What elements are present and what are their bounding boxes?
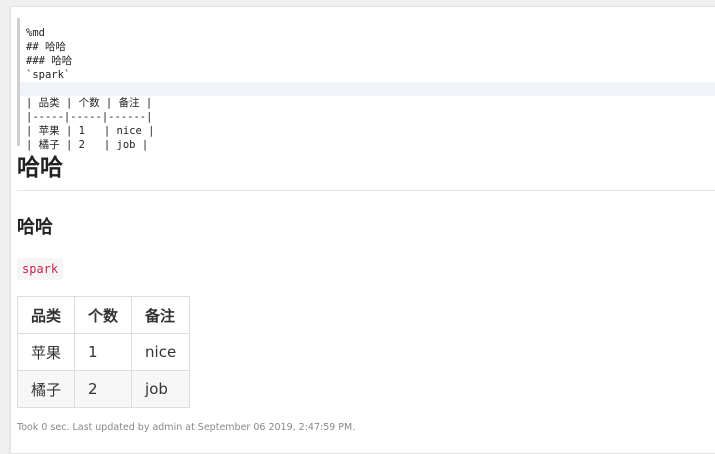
editor-line: ### 哈哈 (26, 55, 73, 67)
table-cell: 1 (74, 333, 133, 371)
table-header-cell: 备注 (131, 296, 191, 334)
table-cell: 橘子 (16, 370, 76, 408)
editor-line: | 苹果 | 1 | nice | (26, 125, 155, 137)
editor-line: |-----|-----|------| (26, 111, 153, 123)
editor-line: `spark` (26, 69, 71, 81)
table-header-cell: 品类 (16, 296, 76, 334)
table-header-cell: 个数 (74, 296, 133, 334)
table-cell: nice (131, 333, 191, 371)
heading-divider (17, 190, 715, 191)
editor-active-line (20, 82, 715, 96)
inline-code: spark (17, 258, 64, 280)
table-cell: 苹果 (16, 333, 76, 371)
output-heading-2: 哈哈 (17, 155, 63, 181)
editor-line: | 品类 | 个数 | 备注 | (26, 97, 153, 109)
editor-line: ## 哈哈 (26, 41, 66, 53)
editor-line: %md (26, 27, 45, 39)
table-row: 橘子 2 job (16, 370, 191, 408)
output-heading-3: 哈哈 (17, 217, 53, 238)
table-row: 苹果 1 nice (16, 333, 191, 371)
code-editor[interactable]: %md ## 哈哈 ### 哈哈 `spark` | 品类 | 个数 | 备注 … (17, 18, 715, 151)
table-cell: 2 (74, 370, 133, 408)
output-table: 品类 个数 备注 苹果 1 nice 橘子 2 job (16, 296, 191, 408)
table-header-row: 品类 个数 备注 (16, 296, 191, 334)
table-cell: job (131, 370, 191, 408)
paragraph-footer-status: Took 0 sec. Last updated by admin at Sep… (17, 422, 356, 433)
